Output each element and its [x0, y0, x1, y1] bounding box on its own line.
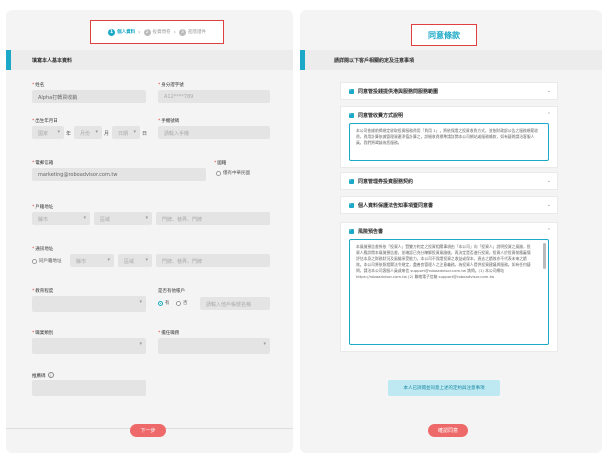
email-field[interactable]: marketing@roboadvisor.com.tw — [32, 168, 206, 181]
accordion-header[interactable]: 風險預告書 ⌃ — [341, 223, 557, 239]
fee-method-content: 本公司依據前揭規定收取投資服務費用「費用 1」，將依保證之投資收費方式，並依財政… — [349, 123, 549, 161]
step-separator: › — [138, 28, 141, 36]
education-select[interactable] — [32, 296, 146, 312]
section-header: 填寫本人基本資料 — [6, 50, 293, 70]
name-label: *姓名 — [32, 83, 45, 88]
checkbox-icon[interactable] — [349, 87, 354, 94]
education-label: *教育程度 — [32, 289, 54, 294]
checkbox-icon[interactable] — [349, 227, 354, 234]
id-number-field[interactable]: A12****789 — [158, 90, 270, 103]
year-unit: 年 — [66, 131, 72, 137]
radio-dot[interactable] — [32, 258, 37, 264]
checkbox-icon[interactable] — [349, 111, 354, 118]
mailing-city-select[interactable]: 縣市 — [70, 254, 114, 267]
country-radio[interactable]: 僅有中華民國 — [216, 170, 250, 176]
step-separator: › — [173, 28, 176, 36]
confirm-agree-button[interactable]: 確認同意 — [428, 424, 468, 437]
chevron-up-icon[interactable]: ⌃ — [547, 228, 551, 234]
agreement-title: 同意條款 — [411, 24, 477, 46]
checkbox-icon[interactable] — [349, 177, 354, 184]
agreement-section-title: 請詳閱以下客戶相關約定及注意事項 — [334, 58, 415, 64]
other-account-no-radio[interactable]: 否 — [176, 300, 188, 306]
occupation-select[interactable] — [32, 338, 146, 354]
household-district-select[interactable]: 區域 — [94, 212, 152, 225]
scrollbar[interactable] — [543, 243, 546, 269]
info-icon[interactable]: i — [47, 372, 54, 378]
section-accent — [6, 50, 11, 70]
industry-select[interactable] — [158, 338, 270, 354]
name-field[interactable]: Alpha打轉買收銷 — [32, 90, 146, 103]
accordion-privacy[interactable]: 個人資料保護法告知事項暨同意書 ⌄ — [340, 196, 558, 214]
accordion-header[interactable]: 同意管投錢提供港與服務問服務範圍 ⌄ — [341, 83, 557, 99]
radio-dot[interactable] — [176, 300, 181, 306]
household-detail-field[interactable]: 門牌、巷弄、門牌 — [156, 212, 270, 225]
mailing-address-label: *通訊地址 — [32, 247, 54, 252]
other-account-yes-radio[interactable]: 有 — [158, 300, 170, 306]
month-unit: 月 — [104, 131, 110, 137]
accordion-fee-method[interactable]: 同意管收費方式說明 ⌃ 本公司依據前揭規定收取投資服務費用「費用 1」，將依保證… — [340, 106, 558, 168]
day-unit: 日 — [142, 131, 148, 137]
section-accent — [300, 50, 305, 70]
chevron-up-icon[interactable]: ⌃ — [547, 112, 551, 118]
household-city-select[interactable]: 縣市 — [32, 212, 90, 225]
occupation-label: *職業類別 — [32, 331, 54, 336]
accordion-risk-notice[interactable]: 風險預告書 ⌃ 本風險預告書係依「投資人」暨雙方約定之投資相關事項由「本公司」向… — [340, 222, 558, 352]
accordion-service-contract[interactable]: 同意管理券投資服務契約 ⌄ — [340, 172, 558, 190]
referral-field[interactable] — [32, 380, 146, 396]
industry-label: *擔任職務 — [158, 331, 180, 336]
agreement-panel: 同意條款 請詳閱以下客戶相關約定及注意事項 同意管投錢提供港與服務問服務範圍 ⌄… — [300, 10, 602, 453]
section-title: 填寫本人基本資料 — [32, 58, 73, 64]
accordion-service-scope[interactable]: 同意管投錢提供港與服務問服務範圍 ⌄ — [340, 82, 558, 100]
chevron-down-icon[interactable]: ⌄ — [547, 88, 551, 94]
same-as-household-radio[interactable]: 同戶籍地址 — [32, 258, 62, 264]
personal-info-panel: 1 個人資料 › 2 投資問卷 › 3 進階證件 填寫本人基本資料 *姓名 Al… — [6, 10, 293, 453]
phone-label: *手機號碼 — [158, 119, 180, 124]
step-documents: 3 進階證件 — [178, 28, 206, 36]
next-button[interactable]: 下一步 — [130, 424, 166, 437]
accordion-header[interactable]: 同意管收費方式說明 ⌃ — [341, 107, 557, 123]
progress-stepper: 1 個人資料 › 2 投資問卷 › 3 進階證件 — [90, 20, 224, 44]
chevron-down-icon[interactable]: ⌄ — [547, 178, 551, 184]
agreement-section-header: 請詳閱以下客戶相關約定及注意事項 — [300, 50, 602, 70]
referral-label: 推薦碼 i — [32, 372, 54, 379]
email-label: *電郵信箱 — [32, 161, 54, 166]
mailing-district-select[interactable]: 區域 — [118, 254, 152, 267]
risk-notice-content[interactable]: 本風險預告書係依「投資人」暨雙方約定之投資相關事項由「本公司」向「投資人」說明投… — [349, 239, 549, 345]
confirm-hint: 本人已詳閱並同意上述的定約與注意事項 — [388, 380, 500, 396]
step-questionnaire: 2 投資問卷 — [143, 28, 171, 36]
birth-day-select[interactable]: 日期 — [112, 126, 140, 139]
birth-year-select[interactable]: 國家 — [32, 126, 64, 139]
accordion-header[interactable]: 個人資料保護法告知事項暨同意書 ⌄ — [341, 197, 557, 213]
accordion-header[interactable]: 同意管理券投資服務契約 ⌄ — [341, 173, 557, 189]
other-account-field[interactable]: 請輸入他戶帳號名稱 — [200, 297, 270, 310]
mailing-detail-field[interactable]: 門牌、巷弄、門牌 — [156, 254, 270, 267]
radio-dot[interactable] — [158, 300, 163, 306]
birthday-label: *出生年月日 — [32, 119, 58, 124]
step-personal-info: 1 個人資料 — [108, 28, 136, 36]
birth-month-select[interactable]: 月份 — [74, 126, 102, 139]
other-account-label: 是否有他帳戶 — [158, 289, 185, 294]
radio-dot[interactable] — [216, 170, 221, 176]
chevron-down-icon[interactable]: ⌄ — [547, 202, 551, 208]
id-number-label: *身分證字號 — [158, 83, 184, 88]
checkbox-icon[interactable] — [349, 201, 354, 208]
country-label: *國籍 — [214, 161, 227, 166]
household-address-label: *戶籍地址 — [32, 205, 54, 210]
phone-field[interactable]: 請輸入手機 — [158, 126, 270, 139]
